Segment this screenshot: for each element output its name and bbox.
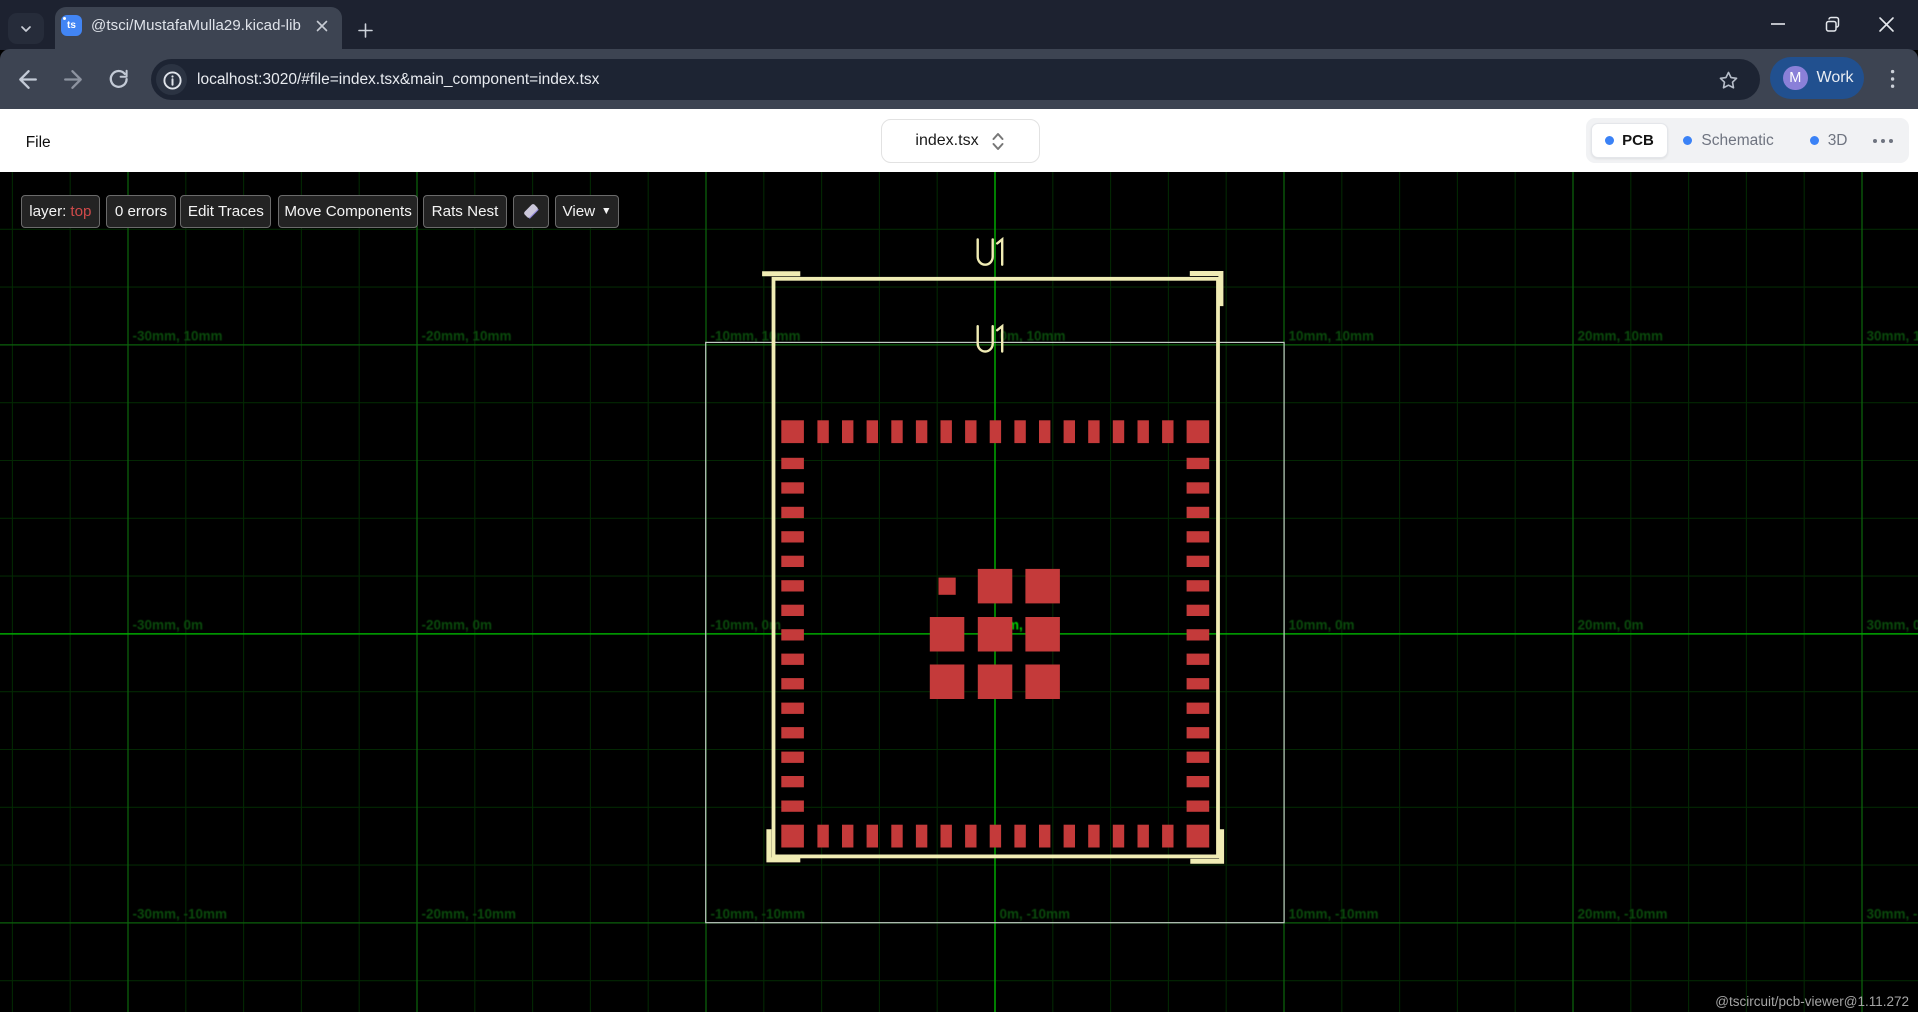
- svg-text:20mm, -10mm: 20mm, -10mm: [1578, 906, 1668, 921]
- svg-text:30mm, 0m: 30mm, 0m: [1867, 617, 1918, 632]
- svg-text:10mm, 0m: 10mm, 0m: [1289, 617, 1355, 632]
- svg-text:10mm, 10mm: 10mm, 10mm: [1289, 328, 1375, 343]
- svg-text:-20mm, 10mm: -20mm, 10mm: [422, 328, 512, 343]
- svg-text:-30mm, 10mm: -30mm, 10mm: [133, 328, 223, 343]
- svg-text:0m, -10mm: 0m, -10mm: [1000, 906, 1071, 921]
- svg-text:30mm, 10mm: 30mm, 10mm: [1867, 328, 1918, 343]
- svg-text:-20mm, -10mm: -20mm, -10mm: [422, 906, 517, 921]
- svg-text:-10mm, 10mm: -10mm, 10mm: [711, 328, 801, 343]
- svg-text:10mm, -10mm: 10mm, -10mm: [1289, 906, 1379, 921]
- svg-text:30mm, -10mm: 30mm, -10mm: [1867, 906, 1918, 921]
- svg-text:20mm, 0m: 20mm, 0m: [1578, 617, 1644, 632]
- svg-text:-30mm, 0m: -30mm, 0m: [133, 617, 204, 632]
- svg-text:-10mm, 0m: -10mm, 0m: [711, 617, 782, 632]
- svg-text:0m, 10mm: 0m, 10mm: [1000, 328, 1066, 343]
- svg-text:-10mm, -10mm: -10mm, -10mm: [711, 906, 806, 921]
- svg-text:-20mm, 0m: -20mm, 0m: [422, 617, 493, 632]
- svg-text:-30mm, -10mm: -30mm, -10mm: [133, 906, 228, 921]
- svg-text:20mm, 10mm: 20mm, 10mm: [1578, 328, 1664, 343]
